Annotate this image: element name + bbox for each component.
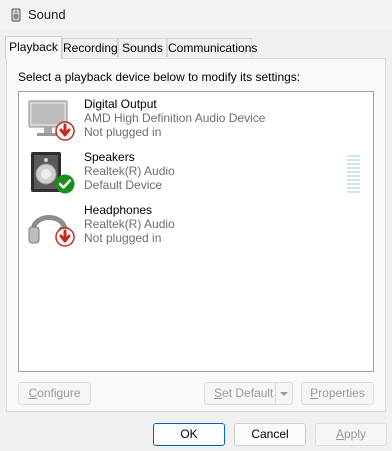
tab-recording[interactable]: Recording <box>62 38 118 57</box>
set-default-button[interactable]: Set Default <box>204 382 293 405</box>
instruction-text: Select a playback device below to modify… <box>18 70 301 84</box>
device-name: Digital Output <box>84 97 157 111</box>
set-default-mnemonic: S <box>214 386 223 400</box>
list-item-digital-output[interactable]: Digital Output AMD High Definition Audio… <box>27 97 367 149</box>
cancel-button[interactable]: Cancel <box>234 423 306 446</box>
ok-button[interactable]: OK <box>153 423 225 446</box>
tab-sounds[interactable]: Sounds <box>118 38 167 57</box>
device-status: Default Device <box>84 178 163 192</box>
chevron-down-icon <box>280 392 288 396</box>
device-name: Speakers <box>84 150 135 164</box>
title-bar: Sound <box>0 0 392 30</box>
apply-label: pply <box>344 427 367 441</box>
tab-communications[interactable]: Communications <box>167 38 257 57</box>
list-item-headphones[interactable]: Headphones Realtek(R) Audio Not plugged … <box>27 203 367 255</box>
device-driver: AMD High Definition Audio Device <box>84 111 266 125</box>
configure-mnemonic: C <box>28 386 38 400</box>
configure-label: onfigure <box>37 386 81 400</box>
apply-mnemonic: A <box>335 427 344 441</box>
window-title: Sound <box>28 7 66 22</box>
apply-button[interactable]: Apply <box>315 423 387 446</box>
set-default-dropdown-arrow[interactable] <box>275 383 292 404</box>
device-driver: Realtek(R) Audio <box>84 164 175 178</box>
configure-button[interactable]: Configure <box>18 382 91 405</box>
device-status: Not plugged in <box>84 125 162 139</box>
properties-label: roperties <box>318 386 365 400</box>
speaker-icon <box>11 8 21 22</box>
device-name: Headphones <box>84 203 153 217</box>
properties-button[interactable]: Properties <box>301 382 374 405</box>
red-down-arrow-badge <box>55 227 75 247</box>
device-status: Not plugged in <box>84 231 162 245</box>
red-down-arrow-badge <box>55 121 75 141</box>
device-list[interactable]: Digital Output AMD High Definition Audio… <box>18 91 374 372</box>
set-default-label: et Default <box>222 386 274 400</box>
volume-level-meter <box>347 155 360 193</box>
properties-mnemonic: P <box>310 386 319 400</box>
green-check-badge <box>55 174 75 194</box>
tab-playback[interactable]: Playback <box>5 36 62 59</box>
device-driver: Realtek(R) Audio <box>84 217 175 231</box>
list-item-speakers[interactable]: Speakers Realtek(R) Audio Default Device <box>27 150 367 202</box>
